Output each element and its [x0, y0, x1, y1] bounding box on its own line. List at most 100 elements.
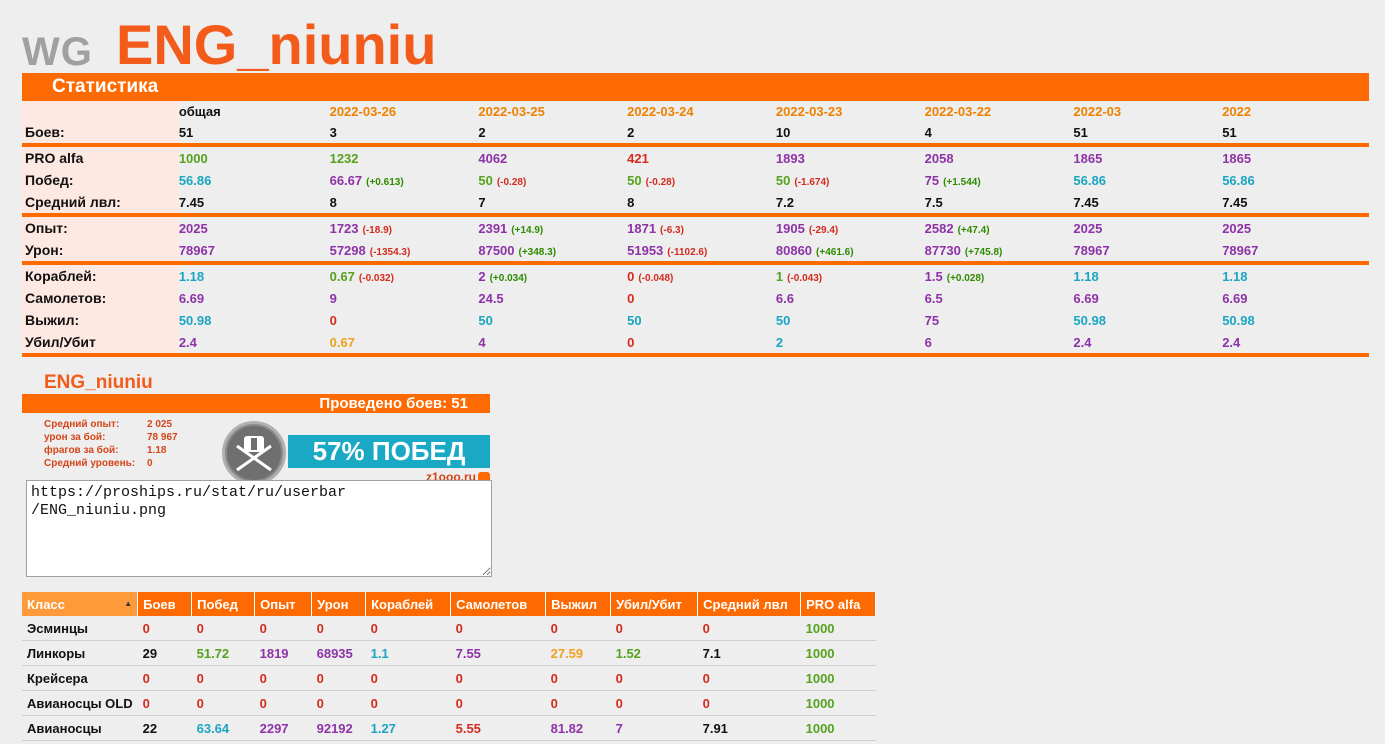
class-col-header[interactable]: Класс ▲ — [22, 592, 139, 616]
class-value-cell: 29 — [137, 640, 192, 666]
stats-cell: 6.69 — [1073, 287, 1222, 309]
class-col-header[interactable]: Самолетов — [450, 592, 547, 616]
stats-value: 1871 — [627, 220, 657, 236]
stats-cell: 0.67 (-0.032) — [330, 263, 479, 287]
stats-row: Выжил: 50.98 0 50 50 50 75 50.98 50.98 — [22, 309, 1369, 331]
stats-value: 0 — [329, 312, 337, 328]
stats-cell: 50 (-0.28) — [478, 169, 627, 191]
class-value-cell: 1000 — [800, 715, 876, 741]
stats-value: 6.69 — [1222, 290, 1248, 306]
stats-cell: 10 — [775, 121, 925, 147]
stats-cell: 1.18 — [1073, 263, 1222, 287]
class-name-cell: Авианосцы OLD — [22, 690, 138, 716]
stats-cell: 6 — [924, 331, 1074, 357]
stats-cell: 1.18 — [1222, 263, 1369, 287]
stats-cell: 2 — [627, 121, 776, 147]
stats-value: 1.5 — [924, 268, 943, 284]
stats-cell: 51 — [178, 121, 330, 147]
stats-value: 1723 — [329, 220, 359, 236]
stats-value: 421 — [627, 150, 649, 166]
class-col-header-label: Выжил — [551, 596, 598, 612]
stats-value: 4 — [924, 124, 932, 140]
class-col-header[interactable]: Кораблей — [365, 592, 452, 616]
stats-cell: 7.45 — [178, 191, 330, 217]
class-value-cell: 68935 — [311, 640, 366, 666]
stats-cell: 7.2 — [775, 191, 925, 217]
class-col-header-label: Средний лвл — [703, 596, 788, 612]
userbar-battles: Проведено боев: 51 — [22, 394, 490, 413]
stats-value: 2058 — [924, 150, 954, 166]
class-col-header[interactable]: Урон — [311, 592, 367, 616]
stats-cell: 0 — [627, 287, 776, 309]
stats-value: 2 — [478, 268, 486, 284]
stats-cell: 4062 — [478, 145, 627, 169]
stats-value: 9 — [329, 290, 337, 306]
class-value-cell: 7.91 — [697, 715, 801, 741]
stats-value: 24.5 — [478, 290, 504, 306]
stats-cell: 1893 — [776, 145, 925, 169]
stats-value: 1000 — [178, 150, 208, 166]
stats-cell: 50.98 — [179, 309, 330, 331]
userbar-stat-row: Средний опыт: 2 025 — [44, 418, 178, 431]
class-col-header[interactable]: PRO alfa — [800, 592, 877, 616]
stats-value: 7.45 — [178, 194, 205, 210]
stats-row-label: Урон: — [22, 239, 179, 265]
stats-delta: (+461.6) — [816, 246, 854, 258]
stats-cell: 9 — [330, 287, 479, 309]
class-col-header[interactable]: Средний лвл — [697, 592, 802, 616]
stats-delta: (-1102.6) — [667, 246, 708, 258]
class-col-header[interactable]: Боев — [137, 592, 193, 616]
class-col-header[interactable]: Побед — [191, 592, 256, 616]
stats-value: 50.98 — [178, 312, 212, 328]
userbar-nickname: ENG_niuniu — [44, 372, 153, 393]
stats-delta: (+348.3) — [518, 246, 557, 258]
stats-header-blank — [22, 101, 179, 121]
stats-value: 50 — [627, 312, 642, 328]
class-name-cell: Крейсера — [22, 665, 138, 691]
stats-value: 87500 — [478, 242, 515, 258]
stats-row: Кораблей: 1.18 0.67 (-0.032) 2 (+0.034) 0 (-0.0… — [22, 263, 1369, 287]
stats-delta: (-29.4) — [808, 224, 839, 236]
class-col-header[interactable]: Опыт — [254, 592, 313, 616]
stats-value: 0 — [627, 268, 635, 284]
class-value-cell: 0 — [254, 665, 312, 691]
stats-value: 6.6 — [775, 290, 794, 306]
stats-cell: 2.4 — [178, 331, 330, 357]
stats-cell: 2.4 — [1222, 331, 1369, 357]
stats-row-label: Выжил: — [22, 309, 179, 331]
stats-value: 56.86 — [1073, 172, 1106, 188]
stats-value: 2.4 — [1073, 334, 1092, 350]
stats-value: 8 — [329, 194, 337, 210]
userbar-url-field[interactable] — [26, 480, 492, 577]
stats-col-header: общая — [178, 103, 221, 119]
class-name-cell: Авианосцы — [22, 715, 138, 741]
stats-cell: 1 (-0.043) — [776, 263, 925, 287]
stats-row: Самолетов: 6.69 9 24.5 0 6.6 6.5 6.69 6.69 — [22, 287, 1369, 309]
userbar-stat-key: Средний уровень: — [44, 458, 136, 469]
stats-delta: (+0.034) — [489, 272, 528, 284]
class-col-header-label: Урон — [317, 596, 349, 612]
stats-row-label: Боев: — [22, 121, 179, 147]
stats-value: 51 — [178, 124, 194, 140]
class-col-header[interactable]: Выжил — [545, 592, 612, 616]
stats-value: 1905 — [775, 220, 805, 236]
stats-value: 6 — [924, 334, 932, 350]
stats-cell: 78967 — [1222, 239, 1369, 265]
stats-value: 2391 — [478, 220, 508, 236]
stats-value: 50 — [478, 172, 493, 188]
stats-cell: 2.4 — [1073, 331, 1223, 357]
stats-value: 87730 — [924, 242, 961, 258]
class-value-cell: 1819 — [254, 640, 312, 666]
class-table-row: Эсминцы 0 0 0 0 0 0 0 0 0 1000 — [22, 616, 876, 641]
userbar-signature: ENG_niuniu Проведено боев: 51 Средний оп… — [22, 368, 490, 485]
stats-value: 2025 — [1222, 220, 1252, 236]
stats-delta: (-0.032) — [358, 272, 394, 284]
stats-cell: 7 — [478, 191, 628, 217]
stats-cell: 50 — [627, 309, 776, 331]
stats-cell: 75 — [925, 309, 1074, 331]
class-value-cell: 0 — [311, 616, 366, 641]
stats-delta: (+745.8) — [964, 246, 1003, 258]
wg-logo: WG — [22, 30, 93, 74]
class-value-cell: 5.55 — [450, 715, 546, 741]
class-col-header[interactable]: Убил/Убит — [610, 592, 699, 616]
